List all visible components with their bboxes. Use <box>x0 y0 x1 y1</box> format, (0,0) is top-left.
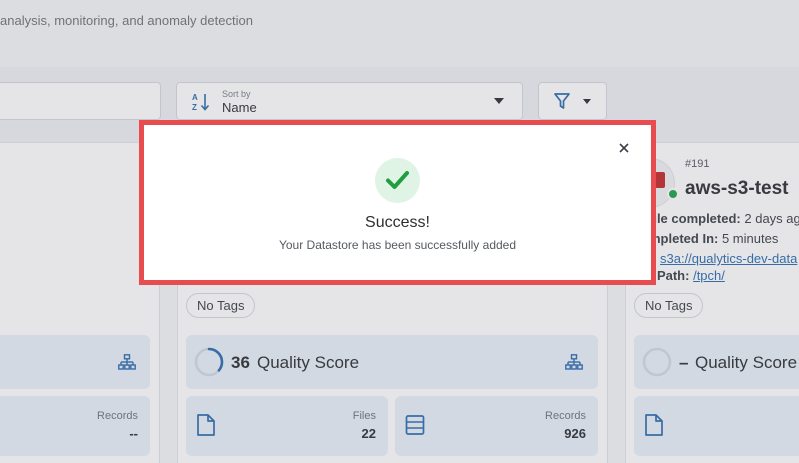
dialog-message: Your Datastore has been successfully add… <box>278 238 517 252</box>
success-dialog: Success! Your Datastore has been success… <box>139 120 656 285</box>
datastores-page: analysis, monitoring, and anomaly detect… <box>0 0 799 463</box>
close-icon[interactable] <box>617 141 631 155</box>
checkmark-icon <box>386 171 409 189</box>
success-badge <box>375 158 420 203</box>
dialog-title: Success! <box>365 214 430 231</box>
